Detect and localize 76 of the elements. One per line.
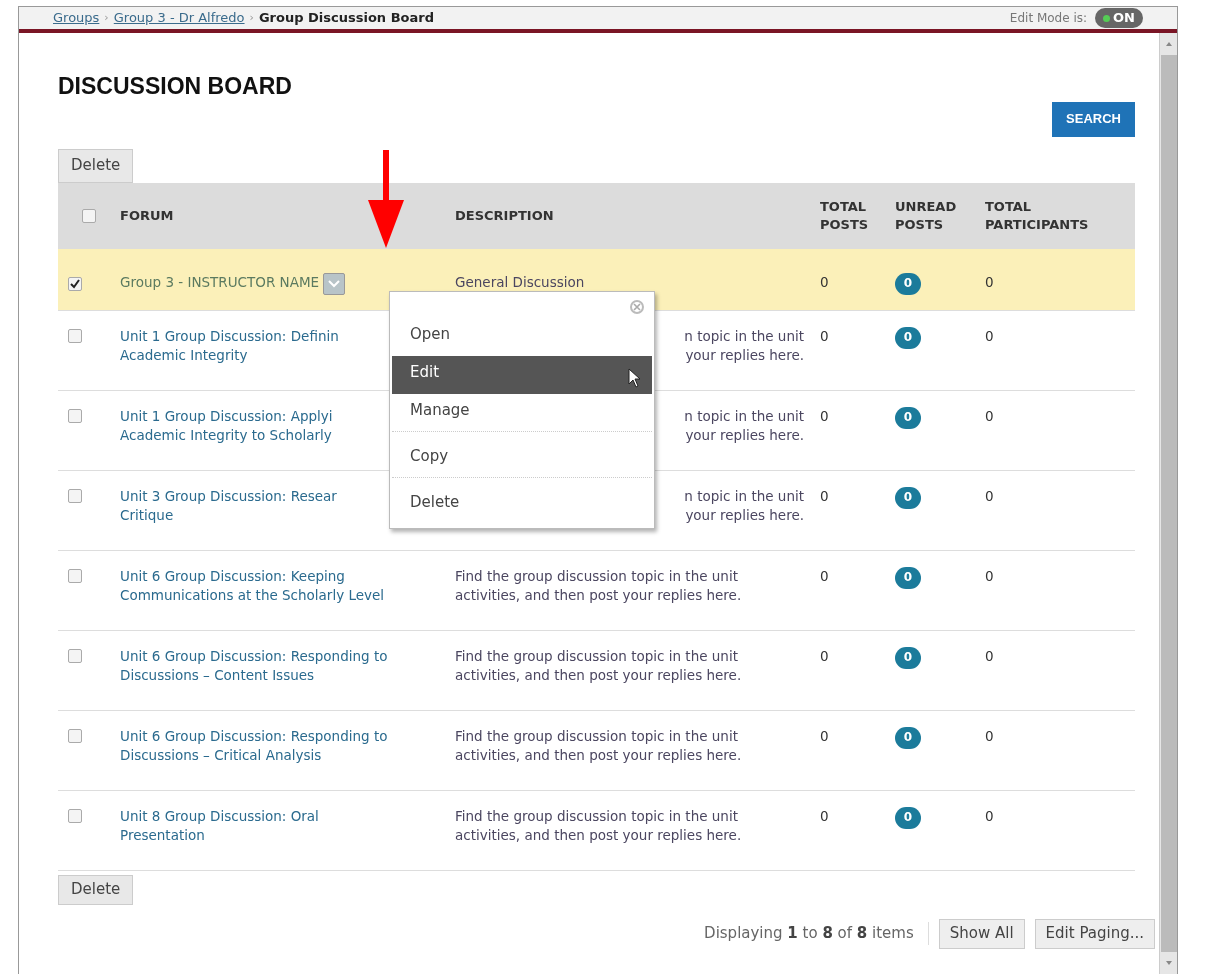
pagination-summary: Displaying 1 to 8 of 8 items bbox=[704, 922, 929, 945]
unread-count-badge[interactable]: 0 bbox=[895, 726, 921, 749]
table-cell-text: 0 bbox=[820, 646, 830, 666]
table-cell: n topic in the unit your replies here. bbox=[684, 406, 804, 445]
unread-count-badge[interactable]: 0 bbox=[895, 272, 921, 295]
table-cell-text: 0 bbox=[985, 272, 995, 292]
forum-link[interactable]: Unit 6 Group Discussion: Responding to Discussions – Content Issues bbox=[120, 646, 388, 685]
column-header: TOTAL POSTS bbox=[820, 197, 870, 234]
delete-button[interactable]: Delete bbox=[58, 148, 134, 183]
checkbox[interactable] bbox=[68, 408, 82, 423]
breadcrumb-separator: › bbox=[249, 9, 254, 26]
forum-link[interactable]: Unit 1 Group Discussion: Applyi Academic Integrity to Scholarly bbox=[120, 406, 333, 445]
table-cell-text: 0 bbox=[985, 406, 995, 426]
column-header: TOTAL PARTICIPANTS bbox=[985, 197, 1090, 234]
close-icon[interactable] bbox=[630, 299, 644, 314]
table-cell-text: 0 bbox=[985, 566, 995, 586]
unread-count-badge[interactable]: 0 bbox=[895, 326, 921, 349]
breadcrumb-current: Group Discussion Board bbox=[258, 9, 434, 28]
menu-item[interactable]: Delete bbox=[392, 485, 652, 524]
forum-link[interactable]: Group 3 - INSTRUCTOR NAME bbox=[120, 272, 320, 292]
mouse-cursor-icon bbox=[628, 367, 642, 388]
column-header: DESCRIPTION bbox=[455, 206, 555, 225]
table-cell-text: 0 bbox=[985, 726, 995, 746]
checkbox[interactable] bbox=[68, 568, 82, 583]
checkbox[interactable] bbox=[68, 328, 82, 343]
unread-count-badge[interactable]: 0 bbox=[895, 406, 921, 429]
checkbox[interactable] bbox=[68, 728, 82, 743]
column-header: FORUM bbox=[120, 206, 175, 225]
checkbox[interactable] bbox=[68, 808, 82, 823]
menu-item[interactable]: Open bbox=[392, 317, 652, 356]
checkbox[interactable] bbox=[82, 208, 96, 223]
edit-mode-label: Edit Mode is: bbox=[1009, 10, 1088, 27]
menu-item[interactable]: Copy bbox=[392, 439, 652, 478]
unread-count-badge[interactable]: 0 bbox=[895, 646, 921, 669]
unread-count-badge[interactable]: 0 bbox=[895, 486, 921, 509]
table-cell-text: 0 bbox=[985, 806, 995, 826]
table-cell: n topic in the unit your replies here. bbox=[684, 486, 804, 525]
breadcrumb-separator: › bbox=[104, 9, 109, 26]
table-cell-text: 0 bbox=[820, 486, 830, 506]
table-cell: General Discussion bbox=[455, 272, 585, 292]
table-cell-text: 0 bbox=[820, 806, 830, 826]
table-cell-text: 0 bbox=[820, 326, 830, 346]
column-header: UNREAD POSTS bbox=[895, 197, 958, 234]
table-cell-text: 0 bbox=[820, 726, 830, 746]
checkbox[interactable] bbox=[68, 276, 82, 291]
search-button[interactable]: SEARCH bbox=[1052, 101, 1135, 137]
edit-paging-button[interactable]: Edit Paging... bbox=[1034, 918, 1155, 949]
table-cell: Find the group discussion topic in the unit activities, and then post your replies here. bbox=[455, 726, 742, 765]
table-cell: Find the group discussion topic in the unit activities, and then post your replies here. bbox=[455, 566, 742, 605]
checkbox[interactable] bbox=[68, 648, 82, 663]
forum-link[interactable]: Unit 6 Group Discussion: Keeping Communications at the Scholarly Level bbox=[120, 566, 385, 605]
unread-count-badge[interactable]: 0 bbox=[895, 566, 921, 589]
forum-link[interactable]: Unit 6 Group Discussion: Responding to Discussions – Critical Analysis bbox=[120, 726, 388, 765]
edit-mode-toggle[interactable]: ON bbox=[1095, 8, 1143, 28]
table-cell-text: 0 bbox=[985, 646, 995, 666]
checkbox[interactable] bbox=[68, 488, 82, 503]
table-cell-text: 0 bbox=[985, 326, 995, 346]
table-cell-text: 0 bbox=[820, 566, 830, 586]
breadcrumb-link[interactable]: Groups bbox=[53, 8, 100, 28]
table-cell-text: 0 bbox=[820, 272, 830, 292]
unread-count-badge[interactable]: 0 bbox=[895, 806, 921, 829]
table-cell: Find the group discussion topic in the unit activities, and then post your replies here. bbox=[455, 806, 742, 845]
show-all-button[interactable]: Show All bbox=[938, 918, 1025, 949]
page-title: DISCUSSION BOARD bbox=[58, 72, 293, 101]
table-cell-text: 0 bbox=[985, 486, 995, 506]
forum-link[interactable]: Unit 3 Group Discussion: Resear Critique bbox=[120, 486, 337, 525]
table-cell: Find the group discussion topic in the unit activities, and then post your replies here. bbox=[455, 646, 742, 685]
scrollbar[interactable] bbox=[1159, 33, 1177, 974]
menu-item[interactable]: Edit bbox=[392, 355, 652, 394]
table-cell: n topic in the unit your replies here. bbox=[684, 326, 804, 365]
forum-link[interactable]: Unit 1 Group Discussion: Definin Academic Integrity bbox=[120, 326, 339, 365]
breadcrumb-link[interactable]: Group 3 - Dr Alfredo bbox=[113, 8, 245, 28]
menu-item[interactable]: Manage bbox=[392, 393, 652, 432]
delete-button[interactable]: Delete bbox=[58, 874, 134, 905]
table-cell-text: 0 bbox=[820, 406, 830, 426]
forum-link[interactable]: Unit 8 Group Discussion: Oral Presentation bbox=[120, 806, 319, 845]
